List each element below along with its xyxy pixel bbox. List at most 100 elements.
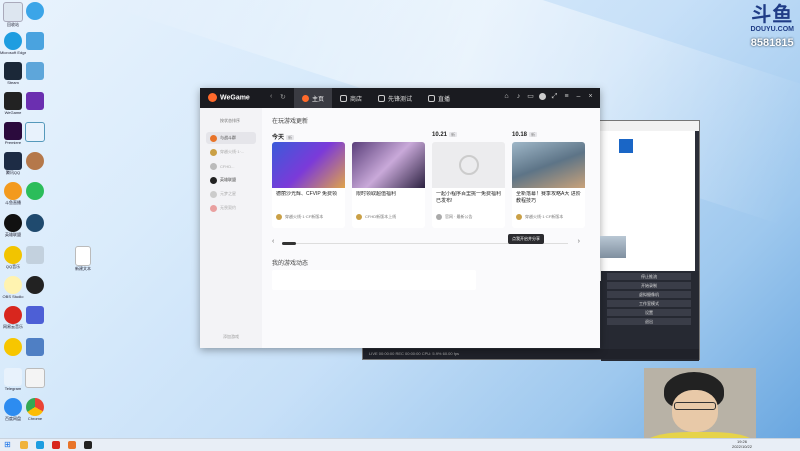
desktop-icon-2c[interactable] bbox=[22, 62, 48, 80]
sidebar-item-2[interactable]: 穿越火线·1·... bbox=[206, 146, 256, 158]
expand-icon[interactable]: ⤢ bbox=[551, 93, 558, 100]
wegame-window: WeGame ‹ ↻ 主页 商店 先锋测试 直播 ⌂ ♪ ▭ ⤢ ≡ – × 按… bbox=[200, 88, 600, 348]
sidebar-item-label: 穿越火线·1·... bbox=[220, 149, 245, 154]
cloud-icon bbox=[4, 398, 22, 416]
dynamics-box bbox=[272, 270, 476, 290]
placeholder-logo-icon bbox=[458, 155, 479, 175]
game-icon bbox=[516, 214, 522, 220]
message-icon[interactable]: ▭ bbox=[527, 93, 534, 100]
sidebar-sort[interactable]: 按状态排序 bbox=[200, 108, 262, 130]
desktop-icon-2h[interactable] bbox=[22, 214, 48, 232]
obs-record-button[interactable]: 开始录制 bbox=[607, 282, 691, 289]
card-body: 德丽沙光辉、CFVIP 免费领 穿越火线·1·CF新版本 bbox=[272, 188, 345, 228]
edge-icon bbox=[4, 32, 22, 50]
app-icon bbox=[26, 276, 44, 294]
update-card[interactable]: 限时领取超值福利 CFHD新版本上线 bbox=[352, 132, 425, 228]
obs-settings-button[interactable]: 设置 bbox=[607, 309, 691, 316]
sidebar-item-6[interactable]: 无畏契约 bbox=[206, 202, 256, 214]
sidebar-item-4[interactable]: 英雄联盟 bbox=[206, 174, 256, 186]
obs-exit-button[interactable]: 退出 bbox=[607, 318, 691, 325]
tab-store[interactable]: 商店 bbox=[332, 88, 370, 108]
shirt-icon[interactable]: ⌂ bbox=[503, 93, 510, 100]
update-card[interactable]: 今天新 德丽沙光辉、CFVIP 免费领 穿越火线·1·CF新版本 bbox=[272, 132, 345, 228]
card-image bbox=[432, 142, 505, 188]
sidebar-item-1[interactable]: 与战斗群 bbox=[206, 132, 256, 144]
qqmusic-icon bbox=[4, 246, 22, 264]
windows-start-icon[interactable]: ⊞ bbox=[4, 441, 12, 449]
card-desc: 限时领取超值福利 bbox=[356, 191, 397, 197]
sidebar-item-5[interactable]: 元梦之星 bbox=[206, 188, 256, 200]
tab-home[interactable]: 主页 bbox=[294, 88, 333, 108]
tab-pioneer-test[interactable]: 先锋测试 bbox=[370, 88, 420, 108]
desktop-icon-2g[interactable] bbox=[22, 182, 48, 200]
desktop-icon-2i[interactable] bbox=[22, 246, 48, 264]
desktop-icon-2d[interactable] bbox=[22, 92, 48, 110]
app-icon bbox=[619, 139, 633, 153]
refresh-icon[interactable]: ↻ bbox=[280, 93, 286, 101]
desktop-icon-2m[interactable] bbox=[22, 368, 48, 388]
sidebar-item-3[interactable]: CFHD... bbox=[206, 160, 256, 172]
scroll-thumb[interactable] bbox=[282, 242, 296, 245]
minimize-icon[interactable]: – bbox=[575, 93, 582, 100]
obs-studio-mode-button[interactable]: 工作室模式 bbox=[607, 300, 691, 307]
card-meta: 穿越火线·1·CF新版本 bbox=[276, 214, 341, 220]
desktop-icon-2a[interactable] bbox=[22, 2, 48, 20]
app-icon bbox=[26, 246, 44, 264]
desktop-icon-2l[interactable] bbox=[22, 338, 48, 356]
card-meta: CFHD新版本上线 bbox=[356, 214, 421, 220]
desktop-icon-chrome[interactable]: Chrome bbox=[22, 398, 48, 421]
wegame-titlebar[interactable]: WeGame ‹ ↻ 主页 商店 先锋测试 直播 ⌂ ♪ ▭ ⤢ ≡ – × bbox=[200, 88, 600, 108]
edge-icon[interactable] bbox=[36, 441, 44, 449]
desktop-icon-2j[interactable] bbox=[22, 276, 48, 294]
chevron-right-icon[interactable]: › bbox=[578, 238, 580, 245]
desktop-icon-2f[interactable] bbox=[22, 152, 48, 170]
new-badge: 新 bbox=[529, 132, 538, 137]
qq-icon bbox=[4, 152, 22, 170]
tv-icon bbox=[428, 94, 436, 102]
new-badge: 新 bbox=[286, 135, 295, 140]
meta-text: 穿越火线·1·CF新版本 bbox=[525, 214, 564, 219]
netease-icon bbox=[4, 306, 22, 324]
document-icon bbox=[25, 368, 45, 388]
app-icon bbox=[4, 338, 22, 356]
desktop-icon-2b[interactable] bbox=[22, 32, 48, 50]
obs-virtual-cam-button[interactable]: 虚拟摄像机 bbox=[607, 291, 691, 298]
main-tabs: 主页 商店 先锋测试 直播 bbox=[294, 88, 458, 108]
card-date bbox=[352, 132, 425, 142]
tab-live[interactable]: 直播 bbox=[420, 88, 458, 108]
webcam-overlay bbox=[644, 368, 756, 438]
douyu-icon bbox=[4, 182, 22, 200]
update-card[interactable]: 10.18 新 全新落幕！赛季攻略A大 进阶教程技巧 穿越火线·1·CF新版本 bbox=[512, 132, 585, 228]
sidebar-item-label: 元梦之星 bbox=[220, 191, 236, 196]
game-icon bbox=[276, 214, 282, 220]
app-icon bbox=[25, 122, 45, 142]
wegame-icon[interactable] bbox=[68, 441, 76, 449]
desktop-icon-2e[interactable] bbox=[22, 122, 48, 142]
desktop-icon-2k[interactable] bbox=[22, 306, 48, 324]
netease-icon[interactable] bbox=[52, 441, 60, 449]
chevron-left-icon[interactable]: ‹ bbox=[272, 238, 274, 245]
obs-icon bbox=[4, 276, 22, 294]
desktop: 回收站 Microsoft Edge Steam WeGame Premiere… bbox=[0, 0, 800, 438]
menu-icon[interactable]: ≡ bbox=[563, 93, 570, 100]
avatar[interactable] bbox=[539, 93, 546, 100]
obs-icon[interactable] bbox=[84, 441, 92, 449]
taskbar-clock[interactable]: 19:26 2022/10/22 bbox=[732, 439, 752, 449]
section-title: 在玩游戏更新 bbox=[272, 119, 309, 125]
bell-icon[interactable]: ♪ bbox=[515, 93, 522, 100]
sidebar-footer[interactable]: 添加游戏 bbox=[200, 334, 262, 340]
lol-icon bbox=[4, 214, 22, 232]
back-arrow-icon[interactable]: ‹ bbox=[270, 93, 272, 100]
update-card[interactable]: 10.21 新 一起小程序百里挑一免费福利 已发布! 官网 · 最新公告 bbox=[432, 132, 505, 228]
recycle-bin-icon bbox=[3, 2, 23, 22]
close-icon[interactable]: × bbox=[587, 93, 594, 100]
desktop-icon-new-text[interactable]: 新建文本 bbox=[70, 246, 96, 271]
obs-stop-stream-button[interactable]: 停止推流 bbox=[607, 273, 691, 280]
card-body: 限时领取超值福利 CFHD新版本上线 bbox=[352, 188, 425, 228]
pioneer-icon bbox=[378, 94, 386, 102]
card-date: 今天新 bbox=[272, 132, 345, 142]
app-icon bbox=[26, 62, 44, 80]
folder-icon[interactable] bbox=[20, 441, 28, 449]
date-text: 今天 bbox=[272, 135, 285, 141]
sidebar-item-label: CFHD... bbox=[220, 163, 235, 169]
